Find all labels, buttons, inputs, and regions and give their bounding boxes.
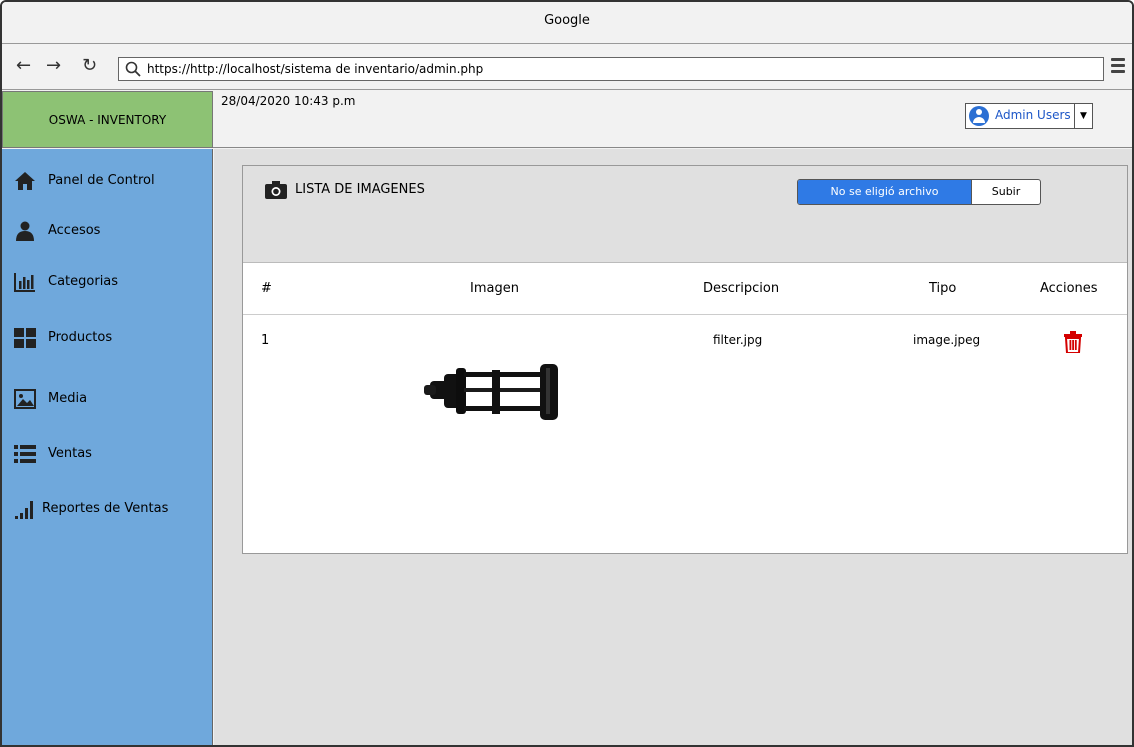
choose-file-button[interactable]: No se eligió archivo: [798, 180, 971, 204]
sidebar-item-label: Categorias: [48, 274, 119, 289]
sidebar-item-label: Reportes de Ventas: [42, 501, 169, 516]
sidebar-item-label: Media: [48, 391, 88, 406]
brand-label: OSWA - INVENTORY: [48, 113, 167, 127]
sidebar-item-label: Ventas: [48, 446, 92, 461]
search-icon: [125, 61, 141, 77]
camera-icon: [265, 181, 287, 199]
sidebar-item-label: Panel de Control: [48, 173, 155, 188]
forward-arrow-icon[interactable]: →: [46, 56, 61, 76]
top-bar: 28/04/2020 10:43 p.m Admin Users ▼: [213, 91, 1132, 148]
image-list-panel: LISTA DE IMAGENES No se eligió archivo S…: [242, 165, 1128, 554]
panel-header: LISTA DE IMAGENES No se eligió archivo S…: [243, 166, 1127, 263]
table-header-divider: [243, 314, 1127, 315]
user-menu[interactable]: Admin Users ▼: [965, 103, 1093, 129]
browser-title-bar: Google: [2, 2, 1132, 44]
user-avatar-icon: [969, 106, 989, 126]
dropdown-caret-icon[interactable]: ▼: [1074, 104, 1092, 128]
trash-icon[interactable]: [1063, 331, 1083, 353]
list-icon: [14, 445, 36, 463]
upload-button[interactable]: Subir: [971, 180, 1040, 204]
sidebar-item-label: Productos: [48, 330, 113, 345]
sidebar: Panel de Control Accesos Categorias Prod…: [2, 149, 213, 745]
column-header-descripcion: Descripcion: [703, 281, 780, 296]
app-brand[interactable]: OSWA - INVENTORY: [2, 91, 213, 148]
user-name: Admin Users: [995, 108, 1071, 122]
row-descripcion: filter.jpg: [713, 333, 763, 347]
reload-icon[interactable]: ↻: [82, 56, 97, 76]
column-header-tipo: Tipo: [929, 281, 957, 296]
browser-title: Google: [544, 13, 590, 28]
row-number: 1: [261, 333, 270, 348]
current-datetime: 28/04/2020 10:43 p.m: [221, 94, 356, 108]
signal-bars-icon: [15, 501, 33, 519]
file-upload-control: No se eligió archivo Subir: [797, 179, 1041, 205]
url-text: https://http://localhost/sistema de inve…: [147, 62, 484, 76]
main-content: LISTA DE IMAGENES No se eligió archivo S…: [214, 149, 1132, 745]
column-header-number: #: [261, 281, 272, 296]
browser-nav-bar: ← → ↻ https://http://localhost/sistema d…: [2, 44, 1132, 90]
grid-icon: [14, 328, 36, 348]
column-header-imagen: Imagen: [470, 281, 519, 296]
panel-title: LISTA DE IMAGENES: [295, 182, 425, 197]
address-bar[interactable]: https://http://localhost/sistema de inve…: [118, 57, 1104, 81]
sidebar-item-label: Accesos: [48, 223, 101, 238]
bar-chart-icon: [14, 273, 35, 292]
column-header-acciones: Acciones: [1040, 281, 1098, 296]
browser-window: Google ← → ↻ https://http://localhost/si…: [0, 0, 1134, 747]
product-image: [424, 364, 558, 420]
image-icon: [14, 389, 36, 409]
menu-icon[interactable]: [1111, 58, 1125, 74]
home-icon: [15, 172, 35, 190]
user-icon: [16, 221, 34, 241]
back-arrow-icon[interactable]: ←: [16, 56, 31, 76]
row-tipo: image.jpeg: [913, 333, 981, 347]
